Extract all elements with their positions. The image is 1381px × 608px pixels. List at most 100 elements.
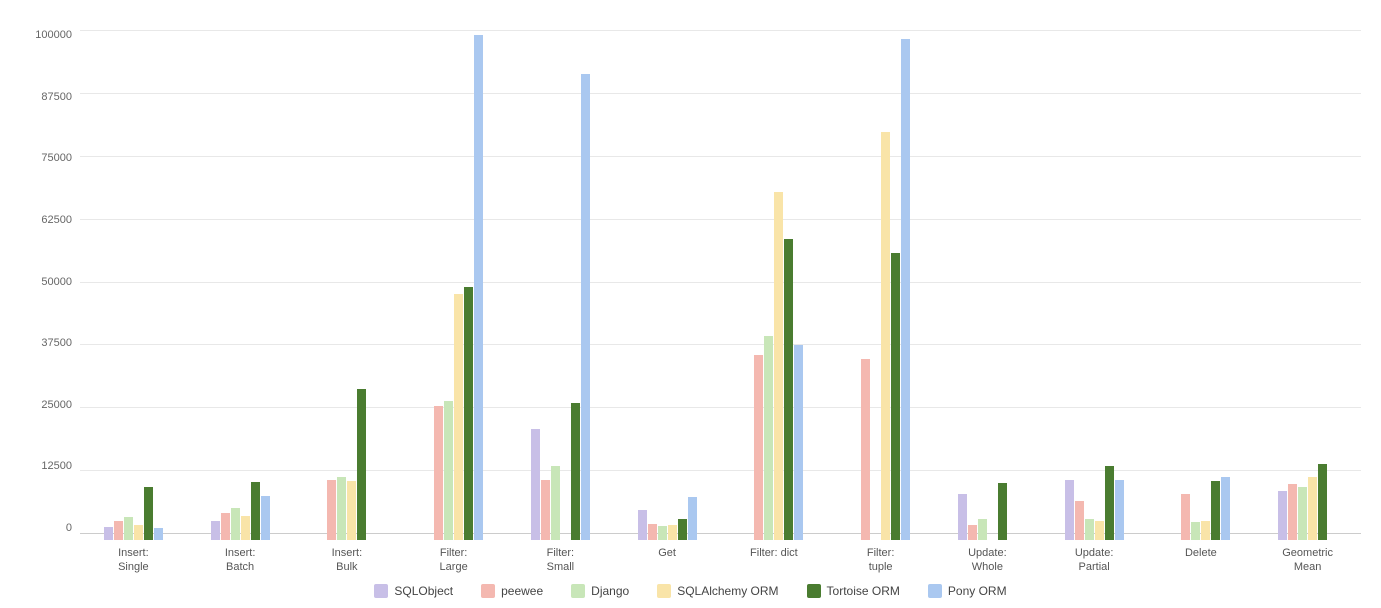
bar-peewee [434,406,443,540]
legend-swatch [374,584,388,598]
bars-row [187,30,294,540]
legend-item-sqlobject: SQLObject [374,584,453,598]
bar-pony [901,39,910,540]
bar-django [1085,519,1094,540]
legend-item-pony: Pony ORM [928,584,1007,598]
group-label: Delete [1185,540,1217,582]
y-axis-label: 37500 [20,338,72,349]
bar-peewee [541,480,550,540]
bar-tortoise [891,253,900,540]
bar-sqlalchemy [1095,521,1104,540]
bar-django [1191,522,1200,540]
bar-group: Delete [1148,30,1255,582]
bars-row [614,30,721,540]
group-label: Update:Partial [1075,540,1114,582]
bars-row [1254,30,1361,540]
bar-tortoise [251,482,260,540]
bar-django [231,508,240,540]
bar-group: Insert:Batch [187,30,294,582]
bar-pony [688,497,697,540]
y-axis-label: 100000 [20,30,72,41]
legend-swatch [481,584,495,598]
legend-label: Pony ORM [948,584,1007,598]
bars-row [80,30,187,540]
y-axis-label: 87500 [20,92,72,103]
bar-peewee [968,525,977,540]
bar-group: Filter: dict [721,30,828,582]
bar-peewee [648,524,657,540]
bar-group: Filter:Small [507,30,614,582]
group-label: GeometricMean [1282,540,1333,582]
bar-pony [261,496,270,540]
group-label: Filter: dict [750,540,798,582]
legend-swatch [807,584,821,598]
legend-label: SQLAlchemy ORM [677,584,778,598]
bar-sqlobject [1278,491,1287,540]
y-axis-label: 75000 [20,153,72,164]
bar-group: Update:Partial [1041,30,1148,582]
bar-sqlalchemy [454,294,463,540]
bar-pony [1221,477,1230,540]
y-axis-label: 50000 [20,277,72,288]
bar-peewee [861,359,870,540]
bar-sqlobject [1065,480,1074,540]
bar-group: Get [614,30,721,582]
legend-item-sqlalchemy: SQLAlchemy ORM [657,584,778,598]
bar-django [551,466,560,540]
bar-sqlalchemy [668,525,677,540]
bar-sqlalchemy [347,481,356,540]
bar-tortoise [998,483,1007,540]
bars-row [507,30,614,540]
group-label: Filter:tuple [867,540,895,582]
legend-item-peewee: peewee [481,584,543,598]
bar-peewee [114,521,123,540]
legend-item-tortoise: Tortoise ORM [807,584,900,598]
group-label: Update:Whole [968,540,1007,582]
bar-sqlalchemy [241,516,250,540]
bar-group: Filter:Large [400,30,507,582]
legend-item-django: Django [571,584,629,598]
bar-django [764,336,773,540]
legend-swatch [928,584,942,598]
bar-group: Filter:tuple [827,30,934,582]
group-label: Filter:Small [547,540,575,582]
bar-peewee [327,480,336,540]
bar-pony [1115,480,1124,540]
bar-sqlalchemy [1201,521,1210,540]
bar-sqlalchemy [1308,477,1317,540]
legend-swatch [657,584,671,598]
bars-row [934,30,1041,540]
chart-area: 0125002500037500500006250075000875001000… [20,30,1361,582]
bar-django [337,477,346,540]
bar-sqlalchemy [134,525,143,540]
bar-group: GeometricMean [1254,30,1361,582]
bar-peewee [1075,501,1084,540]
legend-label: Tortoise ORM [827,584,900,598]
bar-sqlalchemy [774,192,783,540]
chart-container: 0125002500037500500006250075000875001000… [0,0,1381,608]
y-axis-label: 62500 [20,215,72,226]
bar-sqlobject [958,494,967,540]
bar-django [978,519,987,540]
bar-tortoise [1105,466,1114,540]
bar-peewee [754,355,763,540]
bar-peewee [1181,494,1190,540]
legend-label: peewee [501,584,543,598]
group-label: Get [658,540,676,582]
y-axis: 0125002500037500500006250075000875001000… [20,30,80,582]
bar-tortoise [571,403,580,540]
chart-body: Insert:SingleInsert:BatchInsert:BulkFilt… [80,30,1361,582]
bar-group: Update:Whole [934,30,1041,582]
bars-row [1148,30,1255,540]
bar-django [444,401,453,540]
bar-django [124,517,133,540]
legend-label: SQLObject [394,584,453,598]
y-axis-label: 0 [20,523,72,534]
legend: SQLObject peewee Django SQLAlchemy ORM Torto… [374,584,1006,598]
bar-sqlalchemy [881,132,890,540]
bars-row [1041,30,1148,540]
bar-pony [474,35,483,540]
group-label: Filter:Large [440,540,468,582]
bar-sqlobject [211,521,220,540]
group-label: Insert:Bulk [332,540,363,582]
